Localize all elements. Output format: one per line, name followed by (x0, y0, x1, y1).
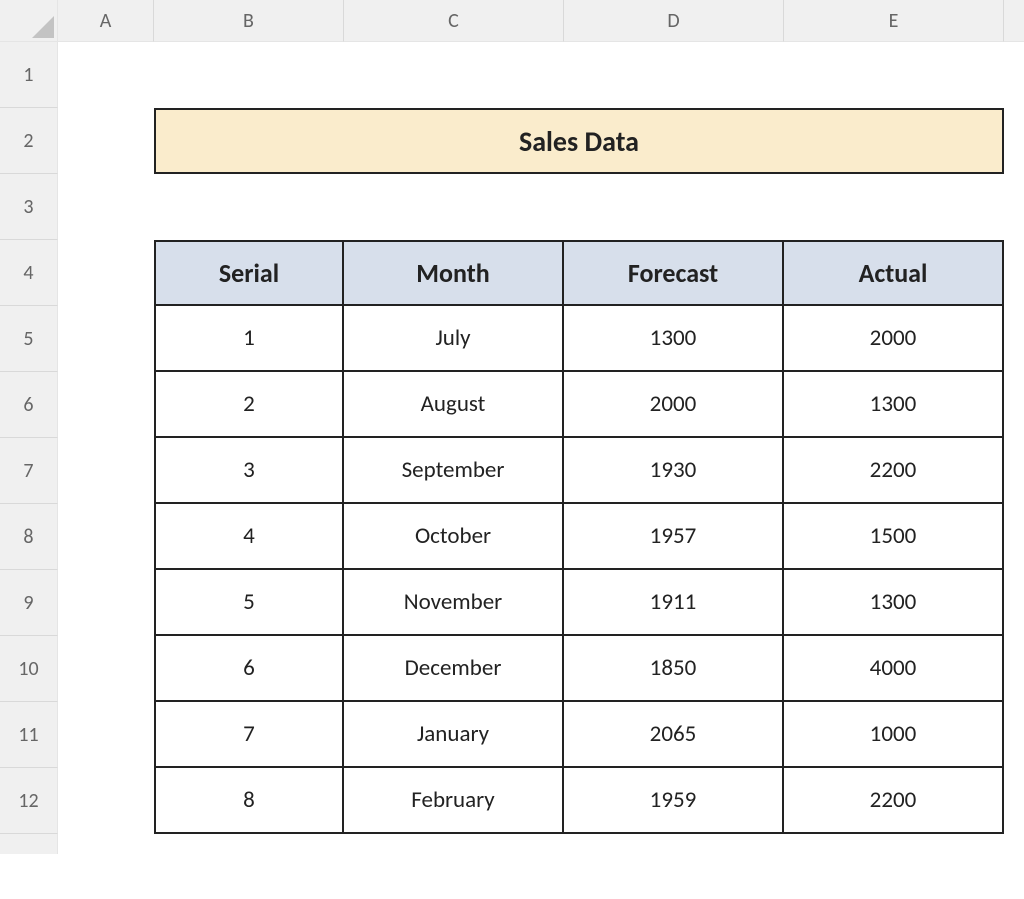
cell-serial-7[interactable]: 8 (154, 768, 344, 834)
cell-filler-5 (1004, 306, 1024, 372)
title-text: Sales Data (519, 124, 639, 159)
cell-forecast-4[interactable]: 1911 (564, 570, 784, 636)
cell-serial-3[interactable]: 4 (154, 504, 344, 570)
cell-filler-8 (1004, 504, 1024, 570)
cell-A1[interactable] (58, 42, 154, 108)
row-header-11[interactable]: 11 (0, 702, 58, 768)
cell-actual-0[interactable]: 2000 (784, 306, 1004, 372)
cell-month-2[interactable]: September (344, 438, 564, 504)
row-header-3[interactable]: 3 (0, 174, 58, 240)
cell-A6[interactable] (58, 372, 154, 438)
cell-B1[interactable] (154, 42, 344, 108)
cell-serial-1[interactable]: 2 (154, 372, 344, 438)
cell-serial-5[interactable]: 6 (154, 636, 344, 702)
cell-filler-1 (1004, 42, 1024, 108)
cell-month-1[interactable]: August (344, 372, 564, 438)
cell-A12[interactable] (58, 768, 154, 834)
cell-filler-bottom-E (784, 834, 1004, 854)
cell-actual-6[interactable]: 1000 (784, 702, 1004, 768)
row-header-6[interactable]: 6 (0, 372, 58, 438)
cell-serial-4[interactable]: 5 (154, 570, 344, 636)
cell-E3[interactable] (784, 174, 1004, 240)
cell-A10[interactable] (58, 636, 154, 702)
cell-actual-2[interactable]: 2200 (784, 438, 1004, 504)
row-header-8[interactable]: 8 (0, 504, 58, 570)
row-header-5[interactable]: 5 (0, 306, 58, 372)
cell-C3[interactable] (344, 174, 564, 240)
cell-forecast-2[interactable]: 1930 (564, 438, 784, 504)
cell-filler-6 (1004, 372, 1024, 438)
cell-filler-2 (1004, 108, 1024, 174)
cell-forecast-0[interactable]: 1300 (564, 306, 784, 372)
cell-month-0[interactable]: July (344, 306, 564, 372)
cell-C1[interactable] (344, 42, 564, 108)
cell-filler-9 (1004, 570, 1024, 636)
cell-actual-5[interactable]: 4000 (784, 636, 1004, 702)
col-header-C[interactable]: C (344, 0, 564, 42)
cell-filler-11 (1004, 702, 1024, 768)
cell-D3[interactable] (564, 174, 784, 240)
cell-B3[interactable] (154, 174, 344, 240)
header-forecast[interactable]: Forecast (564, 240, 784, 306)
cell-forecast-7[interactable]: 1959 (564, 768, 784, 834)
cell-filler-7 (1004, 438, 1024, 504)
header-serial[interactable]: Serial (154, 240, 344, 306)
cell-filler-bottom-D (564, 834, 784, 854)
cell-month-7[interactable]: February (344, 768, 564, 834)
col-header-filler (1004, 0, 1024, 42)
cell-A2[interactable] (58, 108, 154, 174)
cell-month-5[interactable]: December (344, 636, 564, 702)
row-header-13[interactable] (0, 834, 58, 854)
cell-A5[interactable] (58, 306, 154, 372)
cell-filler-3 (1004, 174, 1024, 240)
header-month[interactable]: Month (344, 240, 564, 306)
cell-A7[interactable] (58, 438, 154, 504)
cell-filler-bottom-C (344, 834, 564, 854)
cell-E1[interactable] (784, 42, 1004, 108)
cell-month-3[interactable]: October (344, 504, 564, 570)
title-cell[interactable]: Sales Data (154, 108, 1004, 174)
row-header-7[interactable]: 7 (0, 438, 58, 504)
cell-filler-4 (1004, 240, 1024, 306)
cell-actual-3[interactable]: 1500 (784, 504, 1004, 570)
cell-A4[interactable] (58, 240, 154, 306)
cell-filler-bottom-A (58, 834, 154, 854)
cell-forecast-6[interactable]: 2065 (564, 702, 784, 768)
cell-filler-bottom-B (154, 834, 344, 854)
cell-actual-1[interactable]: 1300 (784, 372, 1004, 438)
cell-A9[interactable] (58, 570, 154, 636)
col-header-D[interactable]: D (564, 0, 784, 42)
cell-month-6[interactable]: January (344, 702, 564, 768)
col-header-B[interactable]: B (154, 0, 344, 42)
cell-filler-bottom (1004, 834, 1024, 854)
cell-forecast-3[interactable]: 1957 (564, 504, 784, 570)
cell-forecast-5[interactable]: 1850 (564, 636, 784, 702)
cell-actual-4[interactable]: 1300 (784, 570, 1004, 636)
select-all-corner[interactable] (0, 0, 58, 42)
row-header-4[interactable]: 4 (0, 240, 58, 306)
col-header-E[interactable]: E (784, 0, 1004, 42)
cell-month-4[interactable]: November (344, 570, 564, 636)
row-header-9[interactable]: 9 (0, 570, 58, 636)
row-header-1[interactable]: 1 (0, 42, 58, 108)
cell-serial-6[interactable]: 7 (154, 702, 344, 768)
cell-filler-12 (1004, 768, 1024, 834)
header-actual[interactable]: Actual (784, 240, 1004, 306)
row-header-10[interactable]: 10 (0, 636, 58, 702)
cell-A8[interactable] (58, 504, 154, 570)
cell-filler-10 (1004, 636, 1024, 702)
cell-serial-2[interactable]: 3 (154, 438, 344, 504)
cell-serial-0[interactable]: 1 (154, 306, 344, 372)
col-header-A[interactable]: A (58, 0, 154, 42)
row-header-2[interactable]: 2 (0, 108, 58, 174)
spreadsheet[interactable]: A B C D E 1 2 Sales Data 3 4 Serial Mont… (0, 0, 1024, 854)
cell-forecast-1[interactable]: 2000 (564, 372, 784, 438)
cell-A3[interactable] (58, 174, 154, 240)
row-header-12[interactable]: 12 (0, 768, 58, 834)
cell-A11[interactable] (58, 702, 154, 768)
cell-D1[interactable] (564, 42, 784, 108)
cell-actual-7[interactable]: 2200 (784, 768, 1004, 834)
